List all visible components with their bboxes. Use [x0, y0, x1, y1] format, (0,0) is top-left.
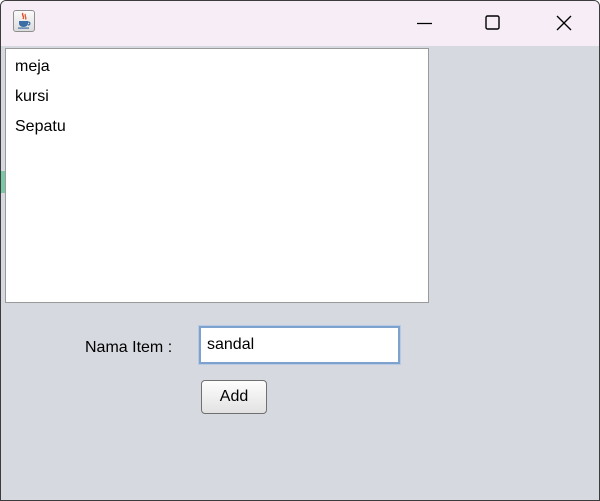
close-button[interactable]	[529, 1, 599, 46]
maximize-icon	[485, 15, 500, 30]
list-item[interactable]: Sepatu	[15, 112, 415, 142]
add-button[interactable]: Add	[201, 380, 267, 414]
item-name-label: Nama Item :	[85, 339, 173, 356]
title-bar[interactable]	[1, 1, 599, 46]
close-icon	[556, 15, 572, 31]
minimize-icon	[417, 22, 432, 25]
java-coffee-cup-icon[interactable]	[13, 10, 35, 32]
item-list[interactable]: meja kursi Sepatu	[5, 48, 429, 303]
maximize-button[interactable]	[458, 1, 528, 46]
minimize-button[interactable]	[389, 1, 459, 46]
list-item[interactable]: meja	[15, 52, 415, 82]
app-window: meja kursi Sepatu Nama Item : Add	[0, 0, 600, 501]
list-item[interactable]: kursi	[15, 82, 415, 112]
item-name-input[interactable]	[198, 325, 401, 365]
